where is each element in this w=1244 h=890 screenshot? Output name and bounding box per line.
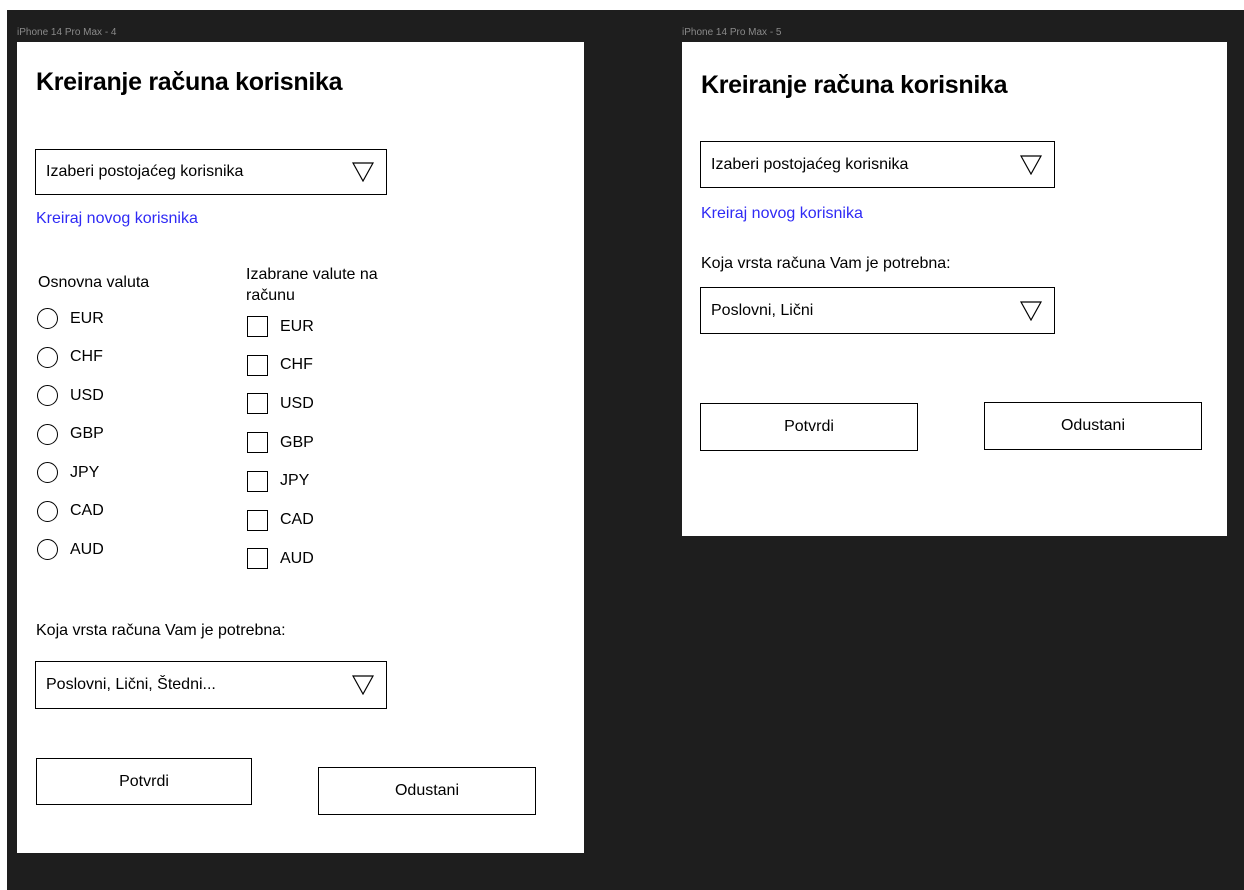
account-type-dropdown[interactable]: Poslovni, Lični — [700, 287, 1055, 334]
selected-currency-option[interactable]: JPY — [247, 470, 310, 492]
selected-currency-option[interactable]: AUD — [247, 548, 314, 570]
checkbox[interactable] — [247, 316, 268, 337]
currency-label: CAD — [70, 502, 104, 519]
base-currency-option[interactable]: JPY — [37, 462, 99, 483]
checkbox[interactable] — [247, 548, 268, 570]
currency-label: JPY — [280, 472, 310, 490]
create-user-link[interactable]: Kreiraj novog korisnika — [36, 210, 198, 228]
frame-label: iPhone 14 Pro Max - 5 — [682, 27, 782, 38]
selected-currency-option[interactable]: CAD — [247, 509, 314, 531]
account-type-value: Poslovni, Lični, Štedni... — [46, 676, 216, 693]
currency-label: CHF — [70, 348, 103, 365]
base-currency-option[interactable]: GBP — [37, 423, 104, 445]
triangle-down-icon — [352, 162, 374, 182]
selected-currency-option[interactable]: GBP — [247, 432, 314, 454]
base-currency-option[interactable]: AUD — [37, 539, 104, 560]
currency-label: CAD — [280, 511, 314, 528]
account-type-label: Koja vrsta računa Vam je potrebna: — [36, 622, 286, 639]
selected-currencies-label: Izabrane valute na računu — [246, 266, 378, 304]
currency-label: JPY — [70, 463, 100, 481]
frame-iphone-5: Kreiranje računa korisnika Izaberi posto… — [682, 42, 1227, 536]
checkbox[interactable] — [247, 393, 268, 415]
base-currency-option[interactable]: CHF — [37, 346, 103, 368]
selected-currency-option[interactable]: EUR — [247, 316, 314, 337]
currency-label: CHF — [280, 356, 313, 374]
user-select-dropdown[interactable]: Izaberi postojaćeg korisnika — [700, 141, 1055, 188]
base-currency-label: Osnovna valuta — [38, 274, 150, 291]
user-select-dropdown[interactable]: Izaberi postojaćeg korisnika — [35, 149, 387, 195]
frame-iphone-4: Kreiranje računa korisnika Izaberi posto… — [17, 42, 584, 853]
radio-button[interactable] — [37, 539, 58, 560]
checkbox[interactable] — [247, 509, 268, 531]
page-title: Kreiranje računa korisnika — [701, 71, 1008, 99]
radio-button[interactable] — [37, 423, 58, 445]
base-currency-option[interactable]: EUR — [37, 308, 104, 329]
currency-label: EUR — [70, 309, 104, 327]
confirm-button[interactable]: Potvrdi — [700, 403, 918, 451]
account-type-dropdown[interactable]: Poslovni, Lični, Štedni... — [35, 661, 387, 709]
currency-label: EUR — [280, 317, 314, 335]
triangle-down-icon — [1020, 154, 1042, 175]
radio-button[interactable] — [37, 308, 58, 329]
checkbox[interactable] — [247, 432, 268, 454]
canvas-top-edge — [0, 0, 1244, 10]
currency-label: USD — [280, 394, 314, 412]
cancel-button[interactable]: Odustani — [318, 767, 536, 815]
radio-button[interactable] — [37, 500, 58, 522]
radio-button[interactable] — [37, 385, 58, 406]
currency-label: GBP — [70, 425, 104, 442]
radio-button[interactable] — [37, 346, 58, 368]
confirm-button[interactable]: Potvrdi — [36, 758, 252, 805]
checkbox[interactable] — [247, 470, 268, 492]
user-select-value: Izaberi postojaćeg korisnika — [46, 163, 244, 180]
create-user-link[interactable]: Kreiraj novog korisnika — [701, 205, 863, 223]
currency-label: USD — [70, 386, 104, 404]
cancel-button[interactable]: Odustani — [984, 402, 1202, 450]
base-currency-option[interactable]: CAD — [37, 500, 104, 522]
user-select-value: Izaberi postojaćeg korisnika — [711, 155, 909, 173]
frame-label: iPhone 14 Pro Max - 4 — [17, 27, 117, 38]
selected-currency-option[interactable]: CHF — [247, 354, 313, 376]
radio-button[interactable] — [37, 462, 58, 483]
account-type-label: Koja vrsta računa Vam je potrebna: — [701, 255, 951, 272]
currency-label: GBP — [280, 433, 314, 451]
currency-label: AUD — [280, 549, 314, 567]
triangle-down-icon — [352, 675, 374, 695]
triangle-down-icon — [1020, 300, 1042, 321]
canvas-left-edge — [0, 0, 7, 890]
base-currency-option[interactable]: USD — [37, 385, 104, 406]
selected-currency-option[interactable]: USD — [247, 393, 314, 415]
currency-label: AUD — [70, 540, 104, 558]
account-type-value: Poslovni, Lični — [711, 301, 814, 319]
page-title: Kreiranje računa korisnika — [36, 68, 343, 96]
checkbox[interactable] — [247, 354, 268, 376]
